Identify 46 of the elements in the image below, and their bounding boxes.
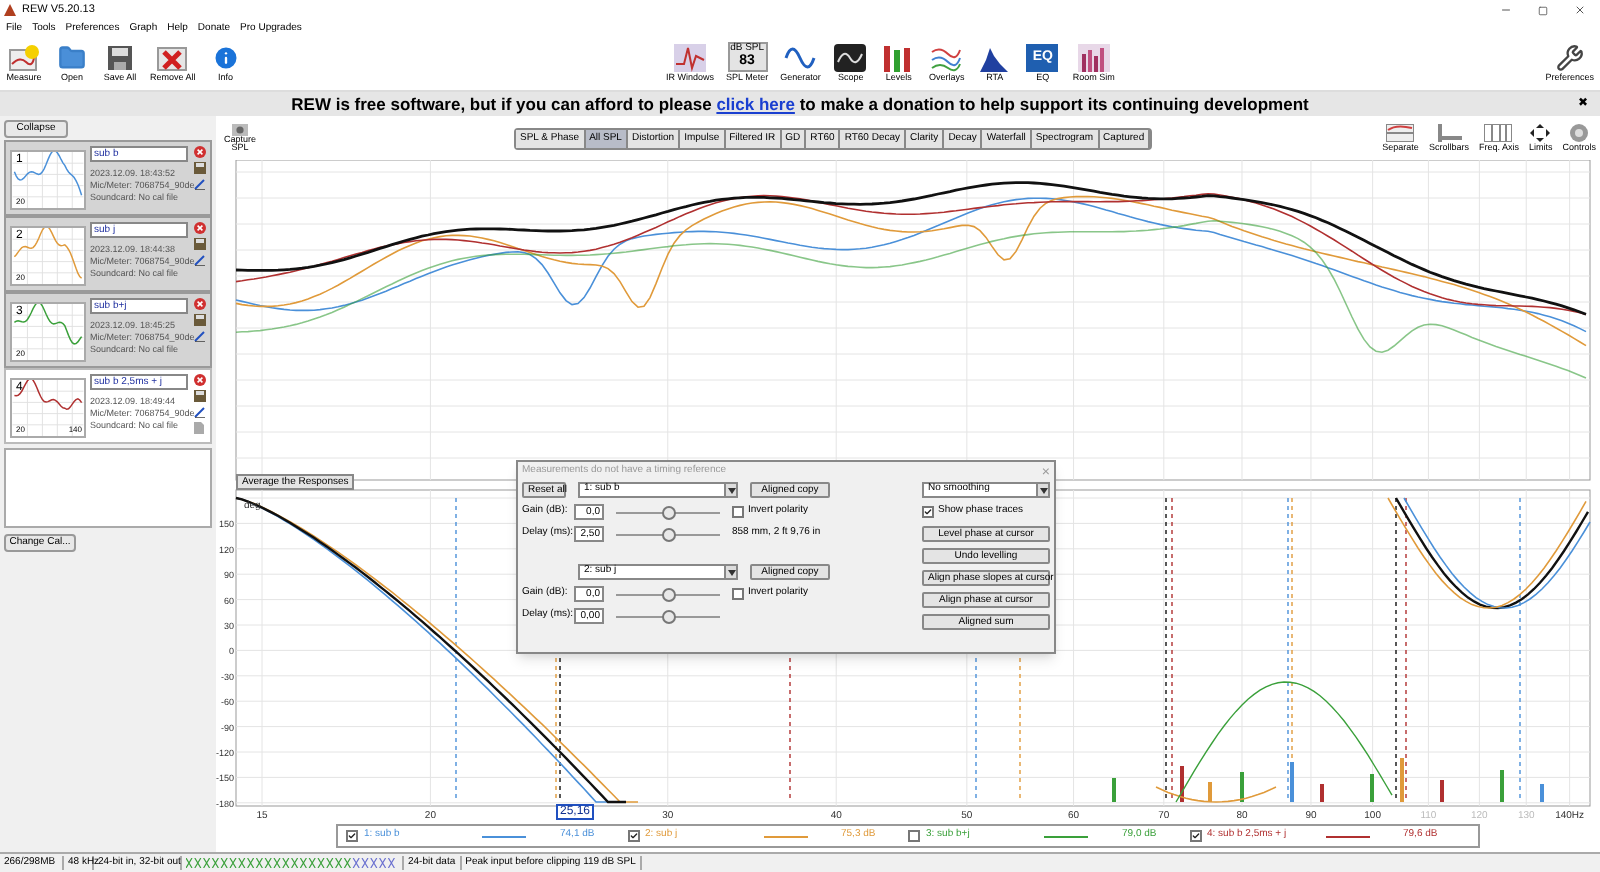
slider-thumb[interactable]: [661, 587, 675, 601]
measure-icon: [8, 43, 40, 72]
level-bars-icon: [882, 44, 915, 73]
sine-wave-icon: [784, 44, 817, 73]
caret-icon: [727, 569, 735, 575]
checkbox[interactable]: [346, 830, 358, 842]
pen-icon[interactable]: [193, 178, 205, 190]
split-graph-icon: [1386, 123, 1415, 142]
wrench-icon: [1555, 43, 1584, 72]
pen-icon[interactable]: [193, 406, 205, 418]
caret-icon: [1039, 487, 1047, 493]
controls-icon: [1570, 123, 1589, 142]
scrollbars-icon: [1434, 123, 1463, 142]
checkbox[interactable]: [627, 830, 639, 842]
save-icon: [104, 43, 136, 72]
bar-chart-icon: [1077, 44, 1110, 73]
camera-icon: [232, 123, 248, 135]
checkbox[interactable]: [1189, 830, 1201, 842]
info-icon: [209, 43, 242, 72]
spectrum-icon: [978, 44, 1011, 73]
slider-thumb[interactable]: [661, 505, 675, 519]
slider-thumb[interactable]: [661, 609, 675, 623]
save-icon[interactable]: [193, 390, 205, 402]
banner-text: REW is free software, but if you can afford to please click here to make a donation to help support its continuing development: [291, 91, 1309, 117]
checkbox[interactable]: [908, 830, 920, 842]
caret-icon: [727, 487, 735, 493]
grid-icon: [1484, 123, 1513, 142]
pen-icon[interactable]: [193, 254, 205, 266]
donate-link[interactable]: click here: [716, 93, 795, 114]
checkbox[interactable]: [732, 506, 744, 518]
app-icon: [4, 4, 16, 16]
slider-thumb[interactable]: [661, 527, 675, 541]
arrows-icon: [1530, 123, 1551, 142]
overlay-graph-icon: [930, 44, 963, 73]
impulse-icon: [674, 44, 706, 73]
save-icon[interactable]: [193, 314, 205, 326]
scope-icon: [834, 44, 867, 73]
checkbox[interactable]: [922, 506, 934, 518]
save-icon[interactable]: [193, 162, 205, 174]
pen-icon[interactable]: [193, 330, 205, 342]
remove-icon: [156, 43, 189, 72]
close-icon[interactable]: [1574, 4, 1586, 16]
folder-icon: [56, 43, 88, 72]
checkbox[interactable]: [732, 588, 744, 600]
restore-icon[interactable]: [1538, 5, 1548, 15]
save-icon[interactable]: [193, 238, 205, 250]
